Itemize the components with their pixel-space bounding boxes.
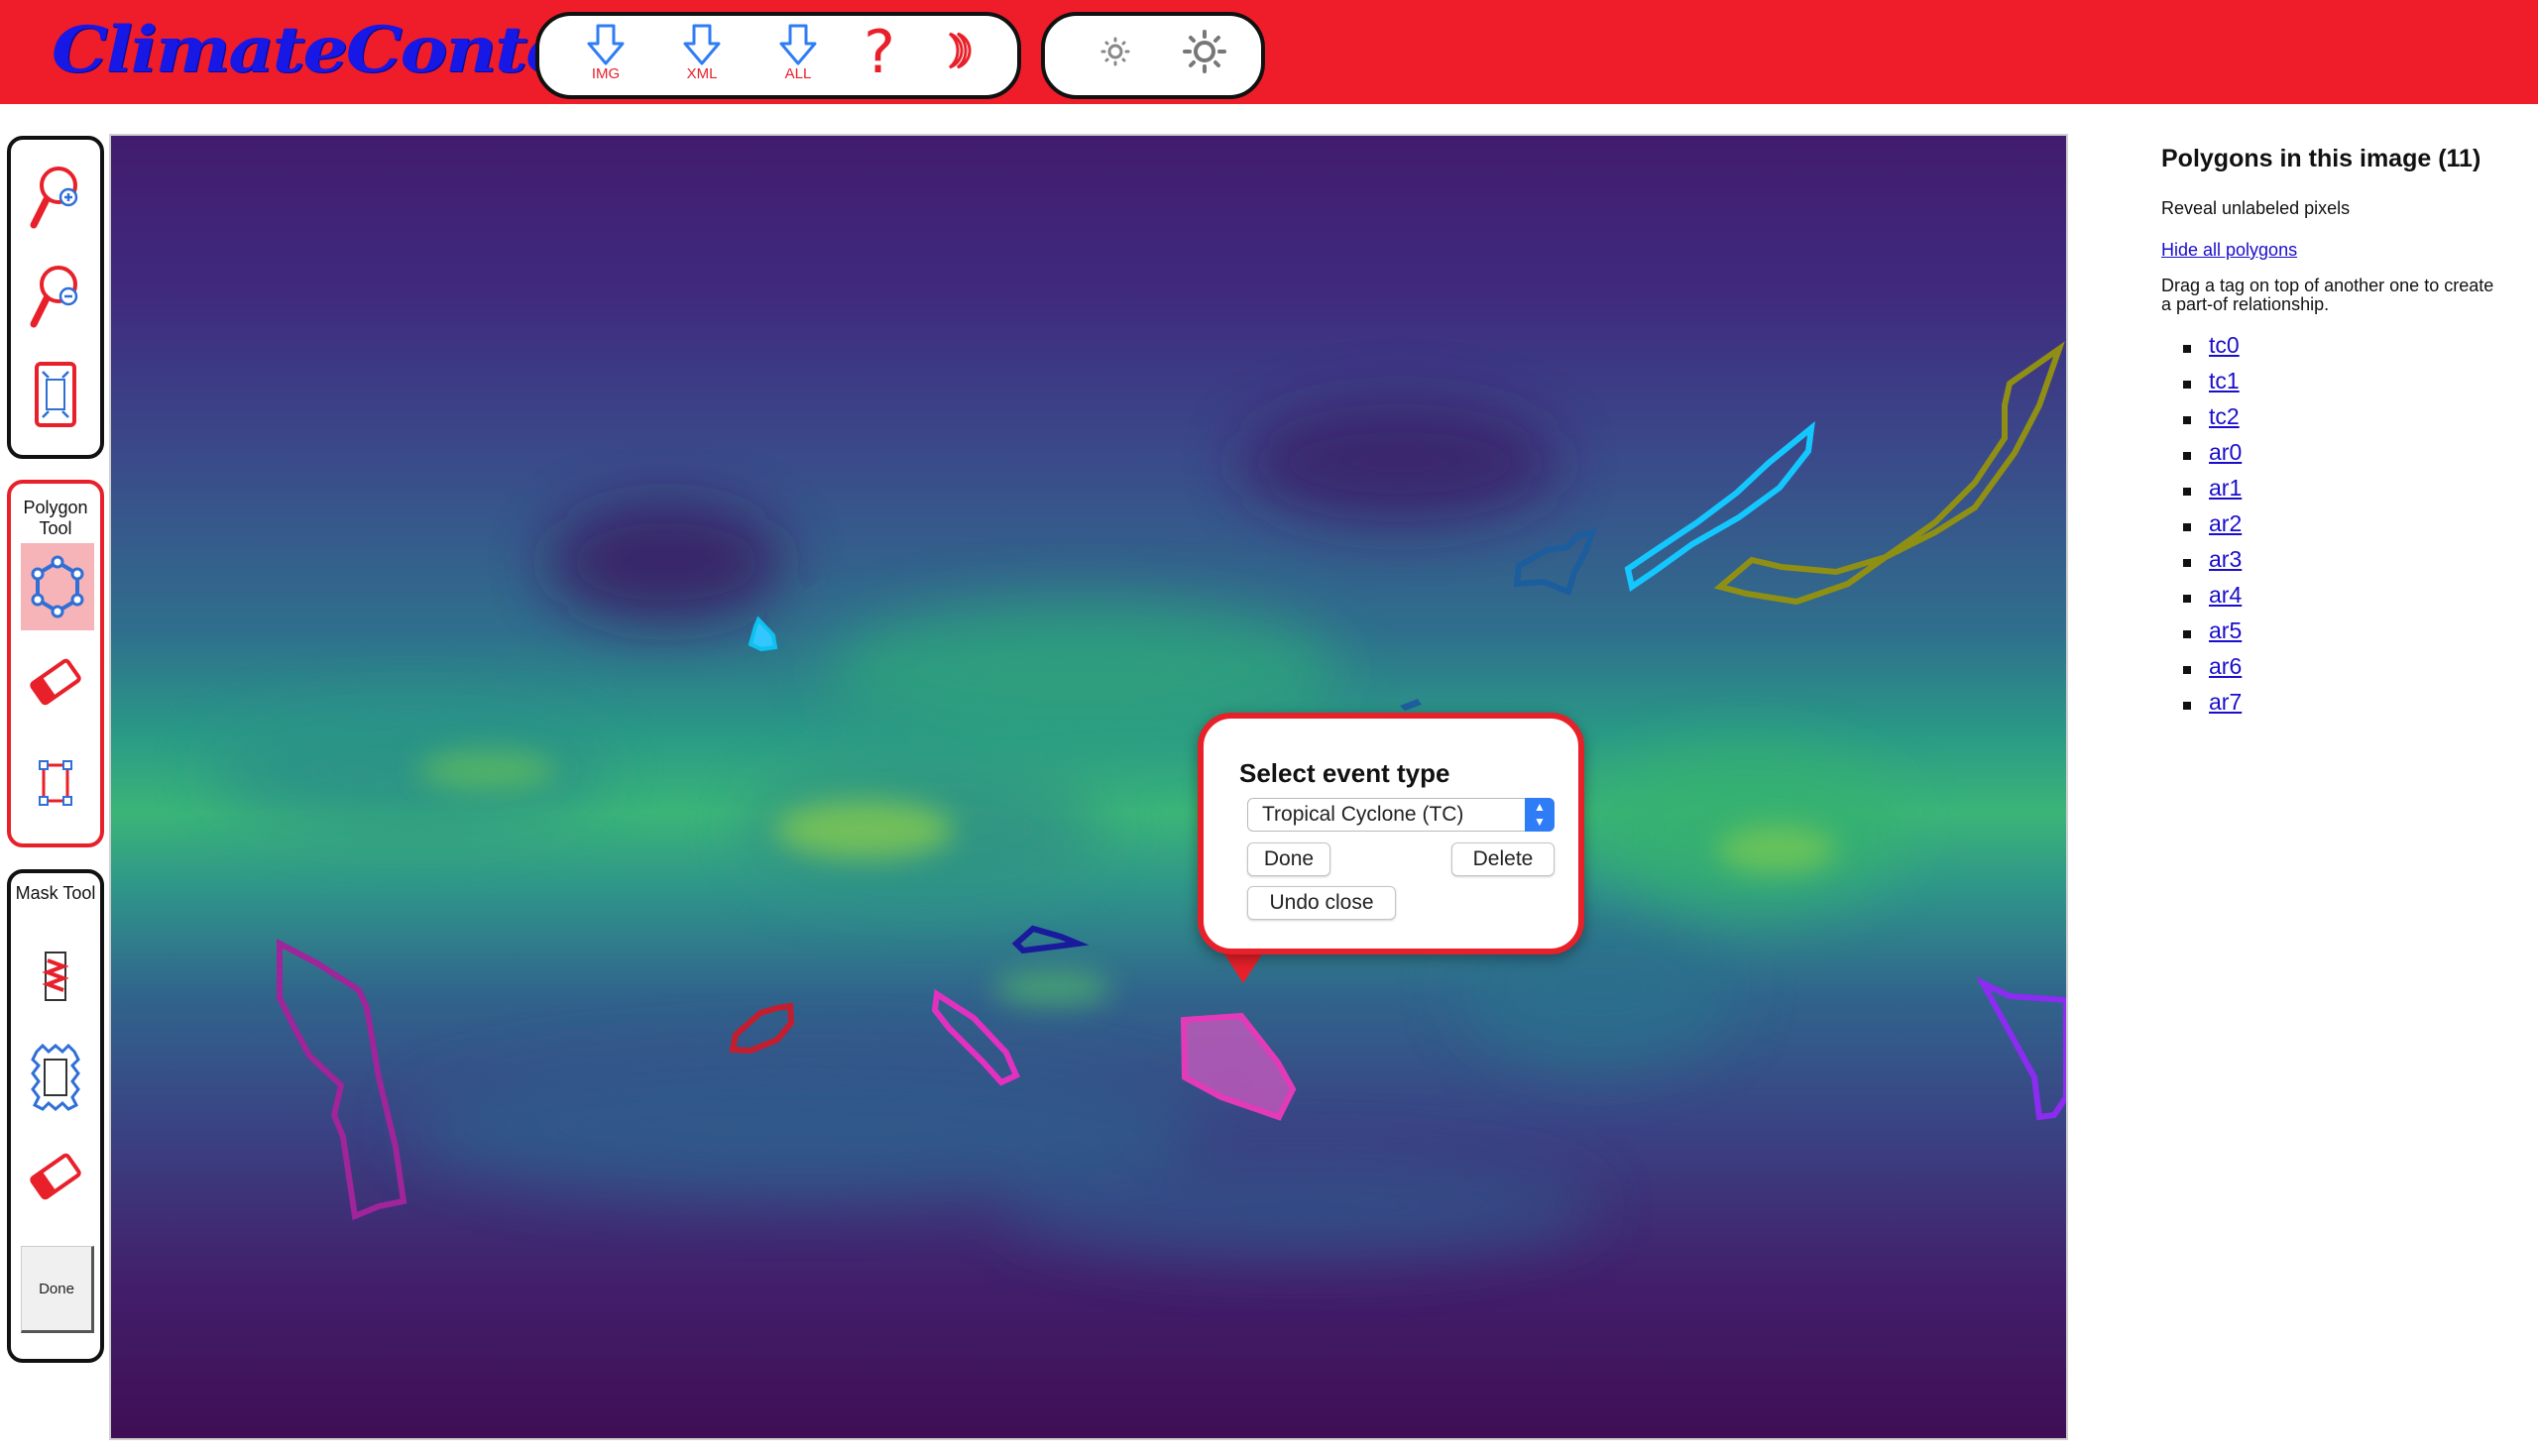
polygon-tag-link[interactable]: ar7	[2209, 689, 2242, 715]
popup-title: Select event type	[1239, 758, 1450, 788]
select-arrows-icon: ▲ ▼	[1525, 798, 1555, 832]
polygon-tag-link[interactable]: tc1	[2209, 368, 2240, 393]
mask-toolbox: Mask Tool Done	[7, 869, 104, 1363]
download-img-button[interactable]: IMG	[569, 22, 642, 95]
list-item: tc1	[2173, 368, 2518, 403]
polygon-tag-link[interactable]: tc0	[2209, 332, 2240, 358]
list-item: tc2	[2173, 403, 2518, 439]
popup-undo-close-button[interactable]: Undo close	[1247, 886, 1396, 920]
polygon-tag-link[interactable]: ar6	[2209, 653, 2242, 679]
event-type-value: Tropical Cyclone (TC)	[1262, 803, 1464, 826]
polygon-eraser-button[interactable]	[23, 642, 88, 722]
polygon-tag-link[interactable]: ar0	[2209, 439, 2242, 465]
list-item: ar7	[2173, 689, 2518, 725]
bounding-box-button[interactable]	[23, 743, 88, 823]
mask-brush-button[interactable]	[23, 937, 88, 1016]
fit-screen-button[interactable]	[23, 356, 88, 435]
polygon-tag-link[interactable]: ar3	[2209, 546, 2242, 572]
fit-screen-icon	[35, 362, 76, 427]
reveal-unlabeled-text[interactable]: Reveal unlabeled pixels	[2161, 198, 2518, 219]
download-arrow-icon	[587, 24, 625, 65]
zoom-in-button[interactable]	[23, 158, 88, 237]
list-item: ar4	[2173, 582, 2518, 617]
zoom-out-button[interactable]	[23, 257, 88, 336]
download-xml-button[interactable]: XML	[665, 22, 739, 95]
moon-icon	[948, 32, 972, 69]
polygon-tool-title: Polygon Tool	[23, 498, 88, 538]
polygon-tag-link[interactable]: tc2	[2209, 403, 2240, 429]
list-item: ar1	[2173, 475, 2518, 510]
brightness-high-icon	[1183, 30, 1226, 73]
polygon-panel: Polygons in this image (11) Reveal unlab…	[2161, 139, 2518, 725]
mask-tool-title: Mask Tool	[15, 883, 96, 903]
event-type-select[interactable]: Tropical Cyclone (TC) ▲ ▼	[1247, 798, 1555, 832]
polygon-tag-link[interactable]: ar2	[2209, 510, 2242, 536]
climate-field-image	[111, 136, 2066, 1438]
popup-pointer	[1221, 950, 1265, 983]
polygon-toolbox: Polygon Tool	[7, 480, 104, 847]
panel-instructions: Drag a tag on top of another one to crea…	[2161, 276, 2494, 314]
download-arrow-icon	[683, 24, 721, 65]
bounding-box-icon	[39, 760, 72, 806]
polygon-tag-link[interactable]: ar4	[2209, 582, 2242, 608]
brightness-low-icon	[1100, 37, 1130, 66]
list-item: ar5	[2173, 617, 2518, 653]
hide-all-polygons-link[interactable]: Hide all polygons	[2161, 240, 2297, 261]
event-type-popup: Select event type Tropical Cyclone (TC) …	[1198, 713, 1584, 954]
panel-title: Polygons in this image (11)	[2161, 145, 2481, 172]
polygon-draw-icon	[31, 555, 84, 618]
zoom-out-icon	[30, 266, 78, 328]
popup-delete-button[interactable]: Delete	[1451, 842, 1555, 876]
list-item: ar3	[2173, 546, 2518, 582]
download-img-label: IMG	[591, 65, 621, 82]
list-item: ar6	[2173, 653, 2518, 689]
list-item: ar0	[2173, 439, 2518, 475]
download-xml-label: XML	[686, 65, 718, 82]
eraser-icon	[30, 658, 81, 706]
zoom-in-icon	[30, 167, 78, 229]
polygon-tag-link[interactable]: ar5	[2209, 617, 2242, 643]
top-toolbar: ClimateContours IMG XML ALL ?	[0, 0, 2538, 104]
brightness-down-button[interactable]	[1079, 22, 1152, 95]
brightness-up-button[interactable]	[1168, 20, 1241, 93]
polygon-list: tc0 tc1 tc2 ar0 ar1 ar2 ar3 ar4 ar5 ar6 …	[2173, 332, 2518, 725]
dark-mode-button[interactable]	[920, 26, 993, 99]
download-all-button[interactable]: ALL	[761, 22, 835, 95]
mask-region-icon	[31, 1043, 80, 1111]
brush-icon	[42, 952, 69, 1001]
list-item: tc0	[2173, 332, 2518, 368]
polygon-tag-link[interactable]: ar1	[2209, 475, 2242, 501]
download-arrow-icon	[779, 24, 817, 65]
popup-done-button[interactable]: Done	[1247, 842, 1330, 876]
download-toolbar: IMG XML ALL ?	[535, 12, 1021, 99]
mask-eraser-icon	[30, 1153, 81, 1200]
mask-done-button[interactable]: Done	[21, 1246, 94, 1333]
question-mark-icon: ?	[864, 18, 895, 87]
polygon-draw-button[interactable]	[21, 543, 94, 630]
climate-map-canvas[interactable]	[109, 134, 2068, 1440]
mask-region-button[interactable]	[23, 1038, 88, 1117]
list-item: ar2	[2173, 510, 2518, 546]
mask-eraser-button[interactable]	[23, 1137, 88, 1216]
zoom-toolbox	[7, 136, 104, 459]
help-button[interactable]: ?	[843, 18, 916, 91]
download-all-label: ALL	[784, 65, 812, 82]
brightness-toolbar	[1041, 12, 1265, 99]
